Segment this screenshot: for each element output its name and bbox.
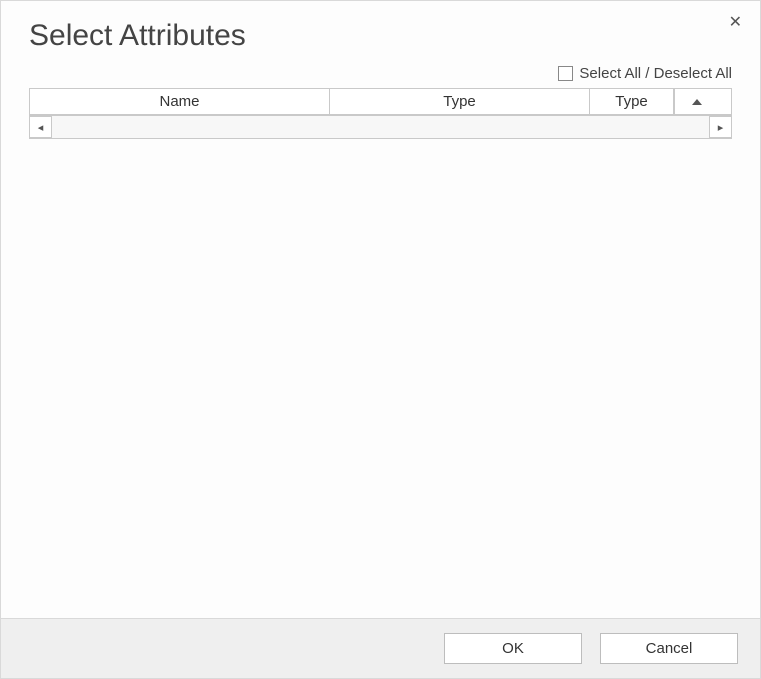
cancel-button[interactable]: Cancel — [600, 633, 738, 664]
ok-button[interactable]: OK — [444, 633, 582, 664]
select-all-container: Select All / Deselect All — [1, 59, 760, 88]
close-button[interactable]: ✕ — [725, 11, 746, 35]
dialog-footer: OK Cancel — [1, 618, 760, 678]
scroll-right-button[interactable]: ▸ — [709, 116, 731, 138]
scroll-up-button[interactable] — [674, 89, 718, 114]
attribute-table: Name Type Type Project Contract Linemsdy… — [29, 88, 732, 116]
column-header-type1[interactable]: Type — [330, 89, 590, 114]
chevron-up-icon — [692, 99, 702, 105]
select-all-checkbox[interactable] — [558, 66, 573, 81]
horizontal-scrollbar[interactable]: ◂ ▸ — [29, 116, 732, 139]
select-attributes-dialog: ✕ Select Attributes Select All / Deselec… — [0, 0, 761, 679]
select-all-label: Select All / Deselect All — [579, 65, 732, 82]
dialog-title: Select Attributes — [1, 1, 760, 59]
column-header-name[interactable]: Name — [30, 89, 330, 114]
column-header-type2[interactable]: Type — [590, 89, 674, 114]
table-header: Name Type Type — [30, 89, 731, 115]
scroll-left-button[interactable]: ◂ — [30, 116, 52, 138]
